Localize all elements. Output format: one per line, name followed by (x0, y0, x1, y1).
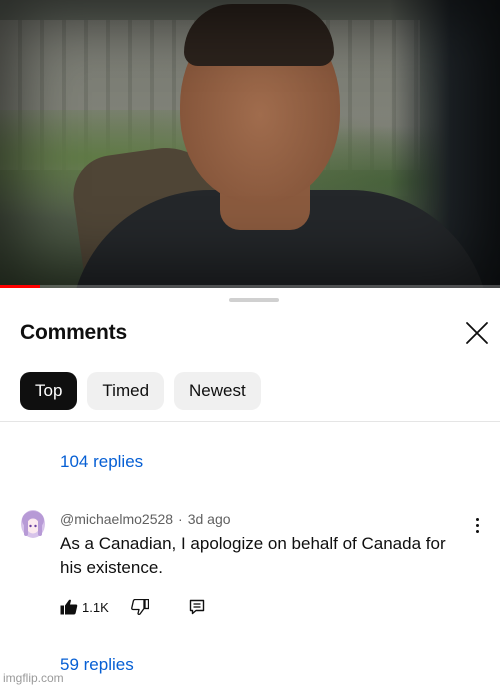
filter-chip-timed[interactable]: Timed (87, 372, 165, 410)
comment-time: 3d ago (187, 511, 231, 527)
watermark: imgflip.com (3, 671, 64, 685)
comments-sheet: Comments Top Timed Newest 104 replies @m… (0, 288, 500, 688)
thumbs-down-icon (130, 599, 149, 615)
anime-avatar-icon (21, 510, 45, 538)
like-count: 1.1K (82, 599, 109, 615)
close-button[interactable] (462, 318, 492, 348)
view-replies-link[interactable]: 104 replies (60, 452, 143, 472)
video-player[interactable] (0, 0, 500, 288)
comment-more-button[interactable] (468, 514, 486, 536)
sheet-drag-handle[interactable] (229, 298, 279, 302)
comment-meta: @michaelmo2528 · 3d ago (60, 511, 231, 527)
chips-divider (0, 421, 500, 422)
meta-separator: · (178, 511, 183, 527)
reply-icon (189, 599, 204, 615)
more-vertical-icon-dot (475, 523, 479, 527)
more-vertical-icon-dot (475, 529, 479, 533)
video-vignette (0, 0, 500, 288)
view-replies-link[interactable]: 59 replies (60, 655, 134, 675)
comment-filter-chips: Top Timed Newest (20, 372, 261, 410)
avatar[interactable] (20, 510, 46, 540)
more-vertical-icon (475, 517, 479, 521)
like-button[interactable]: 1.1K (60, 599, 109, 615)
reply-button[interactable] (189, 599, 205, 615)
thumbs-up-icon (60, 599, 78, 615)
comment-author[interactable]: @michaelmo2528 (60, 511, 173, 527)
filter-chip-top[interactable]: Top (20, 372, 78, 410)
comment-actions: 1.1K (60, 599, 205, 615)
close-icon (466, 322, 488, 344)
comment-text: As a Canadian, I apologize on behalf of … (60, 534, 446, 577)
comments-title: Comments (20, 321, 127, 344)
filter-chip-newest[interactable]: Newest (174, 372, 261, 410)
dislike-button[interactable] (130, 599, 149, 615)
